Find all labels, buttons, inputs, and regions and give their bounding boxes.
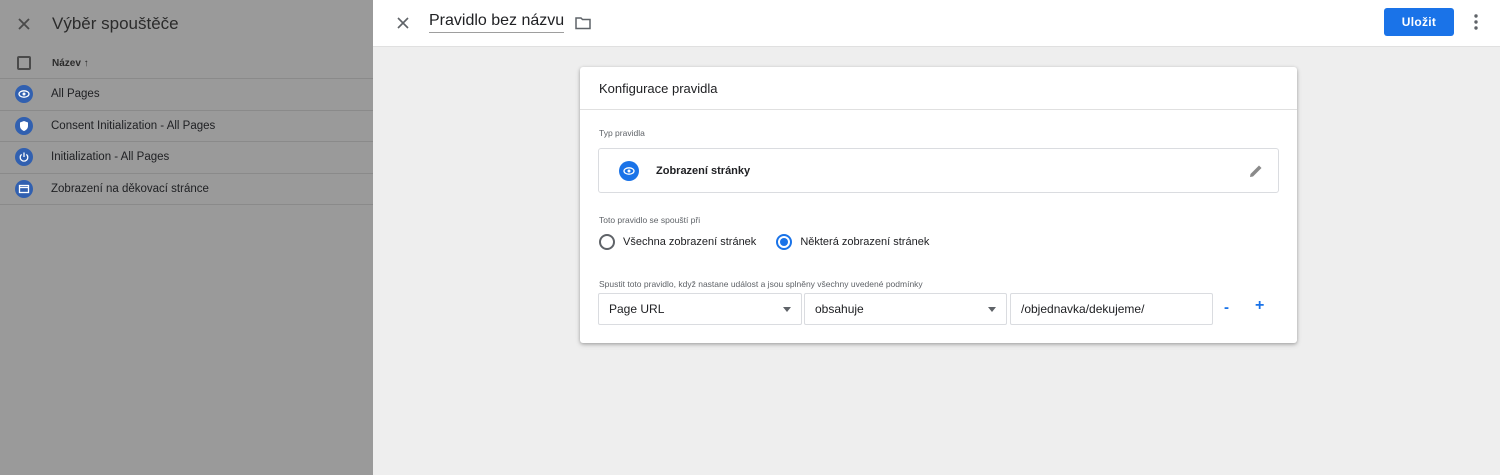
editor-topbar: Pravidlo bez názvu Uložit [373, 0, 1500, 47]
eye-icon [619, 160, 639, 181]
dropdown-caret-icon [988, 307, 996, 312]
select-all-checkbox[interactable] [17, 56, 31, 70]
add-condition-button[interactable]: + [1255, 297, 1264, 315]
folder-icon[interactable] [574, 14, 592, 32]
trigger-type-label: Typ pravidla [599, 128, 645, 138]
condition-value-text: /objednavka/dekujeme/ [1021, 302, 1145, 316]
card-title: Konfigurace pravidla [580, 67, 1297, 110]
trigger-row-label: All Pages [51, 88, 100, 101]
trigger-row[interactable]: Zobrazení na děkovací stránce [0, 174, 373, 205]
shield-icon [15, 116, 33, 135]
trigger-row[interactable]: Initialization - All Pages [0, 142, 373, 174]
window-icon [15, 179, 33, 198]
column-name-header[interactable]: Název ↑ [52, 58, 89, 69]
condition-operator-select[interactable]: obsahuje [804, 293, 1007, 325]
radio-all-pageviews[interactable] [599, 234, 615, 250]
trigger-picker-title: Výběr spouštěče [52, 14, 179, 33]
dropdown-caret-icon [783, 307, 791, 312]
title-wrap: Pravidlo bez názvu [429, 12, 592, 33]
trigger-row-label: Consent Initialization - All Pages [51, 119, 216, 132]
trigger-picker-panel: Výběr spouštěče Název ↑ All Pages Consen… [0, 0, 373, 475]
trigger-row[interactable]: All Pages [0, 79, 373, 111]
save-button[interactable]: Uložit [1384, 8, 1454, 36]
trigger-type-selector[interactable]: Zobrazení stránky [598, 148, 1279, 193]
trigger-editor-panel: Pravidlo bez názvu Uložit Konfigurace pr… [373, 0, 1500, 475]
condition-variable-value: Page URL [609, 302, 665, 316]
more-vert-icon[interactable] [1468, 12, 1484, 32]
condition-label: Spustit toto pravidlo, když nastane udál… [599, 279, 923, 289]
fires-on-options: Všechna zobrazení stránek Některá zobraz… [599, 234, 929, 250]
trigger-picker-header: Výběr spouštěče [0, 0, 373, 48]
trigger-row[interactable]: Consent Initialization - All Pages [0, 111, 373, 142]
eye-icon [15, 85, 33, 104]
remove-condition-button[interactable]: - [1224, 299, 1229, 316]
radio-some-pageviews[interactable] [776, 234, 793, 250]
trigger-name-input[interactable]: Pravidlo bez názvu [429, 12, 565, 33]
trigger-row-label: Zobrazení na děkovací stránce [51, 182, 209, 195]
column-header: Název ↑ [0, 48, 373, 79]
condition-operator-value: obsahuje [815, 302, 864, 316]
close-icon[interactable] [14, 14, 34, 34]
power-icon [15, 148, 33, 167]
edit-pencil-icon[interactable] [1247, 162, 1265, 180]
fires-on-label: Toto pravidlo se spouští při [599, 215, 701, 225]
condition-variable-select[interactable]: Page URL [598, 293, 802, 325]
close-icon[interactable] [393, 13, 413, 33]
condition-value-input[interactable]: /objednavka/dekujeme/ [1010, 293, 1213, 325]
trigger-type-value: Zobrazení stránky [656, 164, 751, 177]
radio-some-label[interactable]: Některá zobrazení stránek [800, 236, 929, 248]
trigger-row-label: Initialization - All Pages [51, 151, 170, 164]
radio-all-label[interactable]: Všechna zobrazení stránek [623, 236, 756, 248]
trigger-config-card: Konfigurace pravidla Typ pravidla Zobraz… [580, 67, 1297, 343]
